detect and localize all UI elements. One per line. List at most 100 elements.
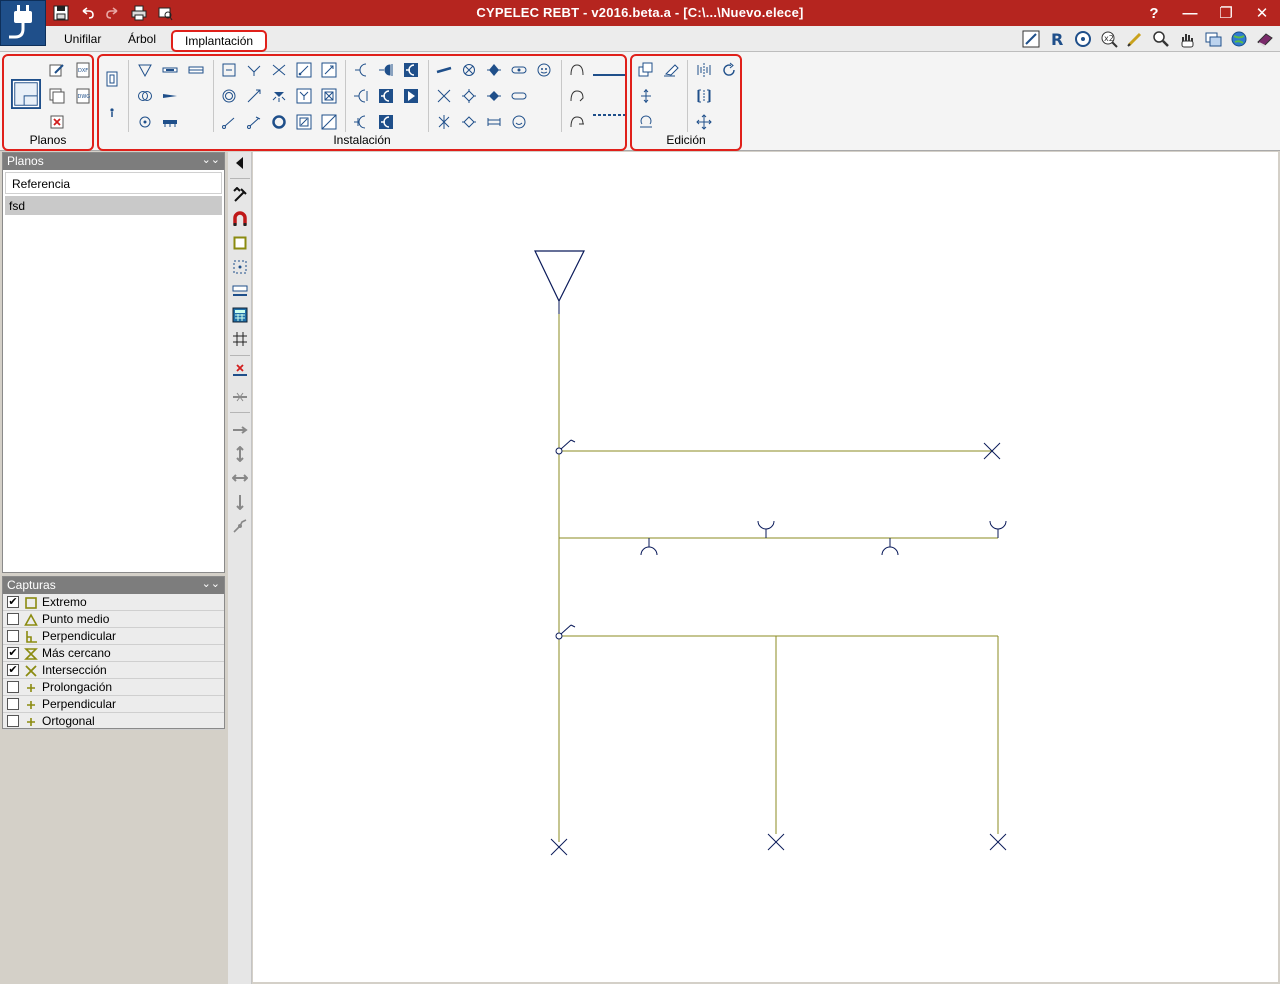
point-button[interactable] <box>103 104 121 122</box>
arc-c-button[interactable] <box>568 113 586 131</box>
capture-checkbox[interactable] <box>7 698 19 710</box>
capture-option-row[interactable]: Perpendicular <box>3 696 224 713</box>
pan-button[interactable] <box>1176 29 1198 49</box>
socket-d-button[interactable] <box>352 113 370 131</box>
print-button[interactable] <box>128 2 150 24</box>
align-button[interactable] <box>637 87 655 105</box>
double-tube-button[interactable] <box>187 61 205 79</box>
bracket-button[interactable] <box>485 113 503 131</box>
capture-checkbox[interactable] <box>7 681 19 693</box>
box-diagonal-button[interactable] <box>320 113 338 131</box>
box-y-button[interactable] <box>295 87 313 105</box>
square-switch-button[interactable] <box>220 61 238 79</box>
face-b-button[interactable] <box>510 113 528 131</box>
diamond-point-button[interactable] <box>485 61 503 79</box>
capture-checkbox[interactable]: ✔ <box>7 596 19 608</box>
stretch-h-button[interactable] <box>231 469 249 487</box>
capture-checkbox[interactable] <box>7 630 19 642</box>
capture-option-row[interactable]: Punto medio <box>3 611 224 628</box>
copy-button[interactable] <box>637 61 655 79</box>
switch-b-button[interactable] <box>245 113 263 131</box>
capture-checkbox[interactable]: ✔ <box>7 664 19 676</box>
manual-button[interactable] <box>1254 29 1276 49</box>
socket-box-a-button[interactable] <box>402 61 420 79</box>
collapse-chevron-icon[interactable]: ⌄⌄ <box>202 153 220 166</box>
redo-button[interactable] <box>102 2 124 24</box>
socket-b-button[interactable] <box>377 61 395 79</box>
capture-option-row[interactable]: Prolongación <box>3 679 224 696</box>
light-point-4[interactable] <box>989 833 1007 851</box>
zoom-button[interactable] <box>1150 29 1172 49</box>
capture-option-row[interactable]: ✔ Intersección <box>3 662 224 679</box>
light-point-3[interactable] <box>767 833 785 851</box>
views-button[interactable] <box>1202 29 1224 49</box>
socket-symbol-1[interactable] <box>640 538 658 556</box>
rotate-cw-button[interactable] <box>720 61 738 79</box>
mirror-button[interactable] <box>695 61 713 79</box>
bar-comb-button[interactable] <box>161 113 179 131</box>
plan-list-item[interactable]: fsd <box>5 196 222 215</box>
capture-option-row[interactable]: Perpendicular <box>3 628 224 645</box>
snap-center-button[interactable] <box>231 258 249 276</box>
maximize-button[interactable]: ❐ <box>1208 0 1244 26</box>
column-header-referencia[interactable]: Referencia <box>5 172 222 194</box>
delete-node-button[interactable] <box>231 362 249 380</box>
collapse-left-button[interactable] <box>231 154 249 172</box>
wedge-button[interactable] <box>161 87 179 105</box>
capture-option-row[interactable]: ✔ Extremo <box>3 594 224 611</box>
copy-plan-button[interactable] <box>48 87 66 105</box>
measure-button[interactable] <box>231 282 249 300</box>
globe-button[interactable] <box>1228 29 1250 49</box>
app-logo[interactable] <box>0 0 46 46</box>
join-button[interactable] <box>231 388 249 406</box>
arc-b-button[interactable] <box>568 87 586 105</box>
panel-box-button[interactable] <box>103 70 121 88</box>
double-circle-button[interactable] <box>136 87 154 105</box>
print-preview-button[interactable] <box>154 2 176 24</box>
capture-checkbox[interactable] <box>7 613 19 625</box>
switch-a-button[interactable] <box>220 113 238 131</box>
capture-checkbox[interactable]: ✔ <box>7 647 19 659</box>
dashed-line-button[interactable] <box>593 106 625 124</box>
tab-arbol[interactable]: Árbol <box>128 32 156 46</box>
move-h-button[interactable] <box>231 421 249 439</box>
delete-plan-button[interactable] <box>48 113 66 131</box>
stretch-button[interactable] <box>695 87 713 105</box>
socket-symbol-3[interactable] <box>881 538 899 556</box>
diamond-outline-button[interactable] <box>460 87 478 105</box>
socket-symbol-4[interactable] <box>989 520 1007 538</box>
oval-a-button[interactable] <box>510 61 528 79</box>
socket-c-button[interactable] <box>352 87 370 105</box>
x-point-button[interactable] <box>435 113 453 131</box>
socket-box-c-button[interactable] <box>402 87 420 105</box>
close-button[interactable]: ✕ <box>1244 0 1280 26</box>
move-v-button[interactable] <box>231 445 249 463</box>
move-button[interactable] <box>695 113 713 131</box>
rotate-button[interactable] <box>637 113 655 131</box>
magnet-button[interactable] <box>231 210 249 228</box>
y-switch-button[interactable] <box>245 61 263 79</box>
bold-ring-button[interactable] <box>270 113 288 131</box>
box-switch-1-button[interactable] <box>295 61 313 79</box>
antenna-button[interactable] <box>136 61 154 79</box>
undo-button[interactable] <box>76 2 98 24</box>
diamond-filled-button[interactable] <box>485 87 503 105</box>
snap-endpoint-button[interactable] <box>231 234 249 252</box>
dwg-button[interactable]: DWG <box>74 87 92 105</box>
help-button[interactable]: ? <box>1136 0 1172 26</box>
erase-button[interactable] <box>662 61 680 79</box>
trace-button[interactable] <box>231 517 249 535</box>
socket-a-button[interactable] <box>352 61 370 79</box>
edit-plan-button[interactable] <box>48 61 66 79</box>
arc-a-button[interactable] <box>568 61 586 79</box>
box-switch-2-button[interactable] <box>320 61 338 79</box>
smiley-button[interactable] <box>535 61 553 79</box>
socket-box-b-button[interactable] <box>377 87 395 105</box>
stretch-v-button[interactable] <box>231 493 249 511</box>
minimize-button[interactable]: — <box>1172 0 1208 26</box>
draw-pen-button[interactable] <box>1124 29 1146 49</box>
sensor-button[interactable] <box>270 87 288 105</box>
fluorescent-button[interactable] <box>161 61 179 79</box>
cross-switch-button[interactable] <box>270 61 288 79</box>
light-point-button[interactable] <box>460 61 478 79</box>
